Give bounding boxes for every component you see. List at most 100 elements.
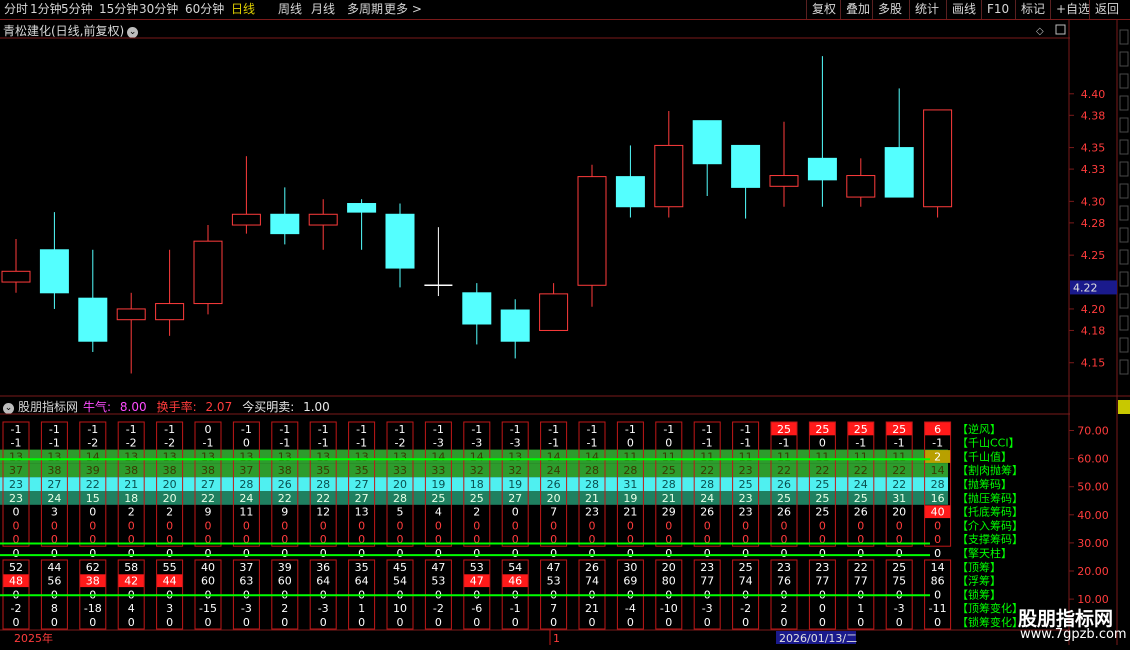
indicator-value: -1 xyxy=(11,437,22,450)
indicator-value: 0 xyxy=(665,547,672,560)
indicator-value: 13 xyxy=(355,506,369,519)
indicator-value: 27 xyxy=(47,478,61,491)
indicator-tick-label: 20.00 xyxy=(1077,565,1109,578)
indicator-value: 0 xyxy=(896,547,903,560)
indicator-value: 26 xyxy=(585,561,599,574)
indicator-value: 0 xyxy=(320,519,327,532)
indicator-value: 13 xyxy=(47,450,61,463)
indicator-value: 1 xyxy=(358,602,365,615)
indicator-value: 13 xyxy=(355,450,369,463)
candle-down xyxy=(500,309,530,342)
indicator-value: 18 xyxy=(124,492,138,505)
indicator-value: 25 xyxy=(431,492,445,505)
indicator-value: 27 xyxy=(355,478,369,491)
indicator-value: 53 xyxy=(470,561,484,574)
indicator-value: -2 xyxy=(164,437,175,450)
indicator-value: 25 xyxy=(815,423,829,436)
indicator-value: 28 xyxy=(316,478,330,491)
indicator-value: 0 xyxy=(281,519,288,532)
indicator-value: 44 xyxy=(47,561,61,574)
indicator-value: -1 xyxy=(87,423,98,436)
indicator-value: 56 xyxy=(47,575,61,588)
candle-down xyxy=(385,213,415,269)
indicator-value: 15 xyxy=(86,492,100,505)
indicator-value: 0 xyxy=(166,547,173,560)
indicator-value: 0 xyxy=(166,616,173,629)
candle-down xyxy=(78,297,108,342)
price-tick-label: 4.20 xyxy=(1081,303,1106,316)
indicator-value: 29 xyxy=(662,506,676,519)
indicator-value: 38 xyxy=(47,464,61,477)
indicator-value: 28 xyxy=(623,464,637,477)
indicator-value: 24 xyxy=(547,464,561,477)
indicator-legend-item: 【抛压筹码】 xyxy=(957,491,1023,505)
indicator-value: 11 xyxy=(239,506,253,519)
candle-up xyxy=(155,303,185,321)
side-glyph-icon xyxy=(1119,359,1129,375)
indicator-value: 38 xyxy=(278,464,292,477)
indicator-value: 0 xyxy=(550,547,557,560)
indicator-value: 27 xyxy=(508,492,522,505)
indicator-value: 25 xyxy=(854,423,868,436)
indicator-value: -18 xyxy=(84,602,102,615)
indicator-value: -2 xyxy=(87,437,98,450)
indicator-value: 0 xyxy=(857,519,864,532)
chart-canvas[interactable]: ◇ 4.40 4.38 4.35 4.33 4.30 4.28 4.25 4.20 4.18 4.1… xyxy=(0,0,1130,650)
indicator-value: 25 xyxy=(815,492,829,505)
indicator-value: 86 xyxy=(931,575,945,588)
indicator-value: 0 xyxy=(358,519,365,532)
indicator-value: 28 xyxy=(585,478,599,491)
indicator-value: 20 xyxy=(547,492,561,505)
indicator-legend-item: 【逆风】 xyxy=(957,422,1001,436)
indicator-value: -1 xyxy=(510,423,521,436)
indicator-value: 0 xyxy=(857,547,864,560)
indicator-value: 64 xyxy=(316,575,330,588)
indicator-value: 0 xyxy=(665,616,672,629)
indicator-value: 38 xyxy=(124,464,138,477)
indicator-value: 25 xyxy=(815,478,829,491)
indicator-value: 0 xyxy=(89,506,96,519)
indicator-value: 0 xyxy=(512,547,519,560)
indicator-value: 0 xyxy=(934,519,941,532)
indicator-value: 38 xyxy=(201,464,215,477)
indicator-value: -1 xyxy=(510,602,521,615)
indicator-value: -1 xyxy=(740,437,751,450)
indicator-value: 28 xyxy=(239,478,253,491)
indicator-value: 26 xyxy=(854,506,868,519)
indicator-value: 74 xyxy=(585,575,599,588)
indicator-value: 7 xyxy=(550,506,557,519)
indicator-value: 26 xyxy=(700,506,714,519)
indicator-value: 22 xyxy=(278,492,292,505)
indicator-value: 22 xyxy=(86,478,100,491)
side-glyph-icon xyxy=(1119,183,1129,199)
indicator-value: -1 xyxy=(779,437,790,450)
indicator-value: 23 xyxy=(9,478,23,491)
indicator-value: 28 xyxy=(931,478,945,491)
indicator-value: 0 xyxy=(320,547,327,560)
indicator-value: 25 xyxy=(777,423,791,436)
side-glyph-icon xyxy=(1119,51,1129,67)
indicator-value: -3 xyxy=(318,602,329,615)
side-glyph-icon xyxy=(1119,205,1129,221)
indicator-value: -1 xyxy=(548,437,559,450)
indicator-value: -1 xyxy=(433,423,444,436)
indicator-value: -1 xyxy=(279,437,290,450)
indicator-value: 11 xyxy=(662,450,676,463)
indicator-value: 0 xyxy=(397,616,404,629)
indicator-value: 38 xyxy=(163,464,177,477)
indicator-value: 32 xyxy=(508,464,522,477)
indicator-value: 48 xyxy=(9,575,23,588)
indicator-legend-item: 【支撑筹码】 xyxy=(957,532,1023,546)
indicator-value: 0 xyxy=(205,519,212,532)
indicator-value: -1 xyxy=(702,437,713,450)
indicator-value: 0 xyxy=(243,437,250,450)
indicator-value: 21 xyxy=(623,506,637,519)
indicator-value: 24 xyxy=(854,478,868,491)
indicator-value: 0 xyxy=(934,547,941,560)
indicator-value: 11 xyxy=(700,450,714,463)
candle-down xyxy=(731,144,761,188)
indicator-value: 0 xyxy=(627,437,634,450)
price-tick-label: 4.33 xyxy=(1081,163,1106,176)
indicator-value: 0 xyxy=(89,547,96,560)
candle-down xyxy=(270,213,300,235)
